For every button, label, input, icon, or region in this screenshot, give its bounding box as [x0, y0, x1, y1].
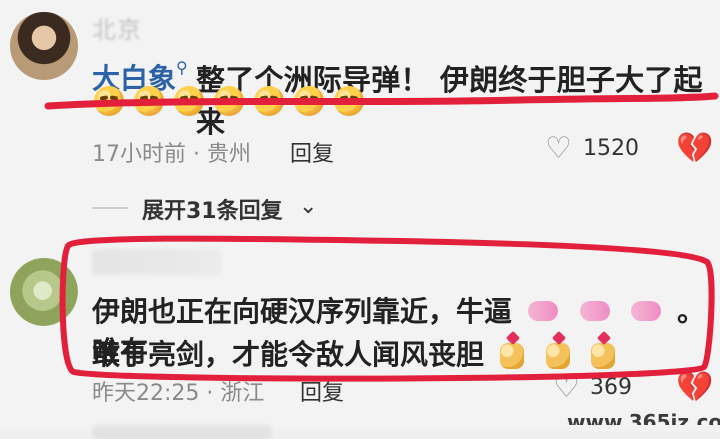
- blurred-next-comment: [92, 425, 272, 439]
- red-underline: [44, 92, 719, 110]
- red-annotation-overlay: [44, 92, 719, 382]
- red-oval: [59, 235, 715, 382]
